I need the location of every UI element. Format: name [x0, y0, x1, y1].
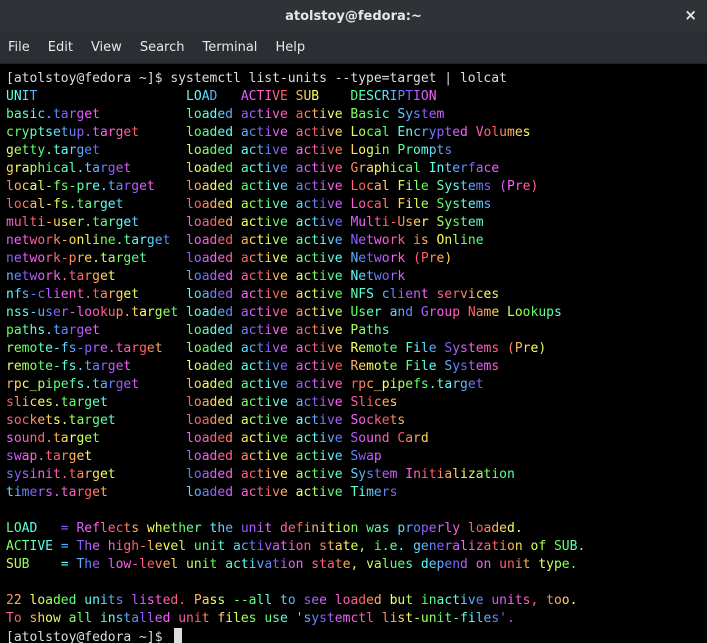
- prompt-line: [atolstoy@fedora ~]$: [6, 628, 701, 643]
- unit-row: network-pre.target loaded active active …: [6, 250, 701, 268]
- close-icon[interactable]: ×: [684, 6, 697, 24]
- menu-terminal[interactable]: Terminal: [202, 40, 257, 55]
- unit-row: paths.target loaded active active Paths: [6, 322, 701, 340]
- unit-row: network-online.target loaded active acti…: [6, 232, 701, 250]
- blank-line: [6, 574, 701, 592]
- unit-row: cryptsetup.target loaded active active L…: [6, 124, 701, 142]
- unit-row: nfs-client.target loaded active active N…: [6, 286, 701, 304]
- columns-header: UNIT LOAD ACTIVE SUB DESCRIPTION: [6, 88, 701, 106]
- menu-search[interactable]: Search: [140, 40, 185, 55]
- terminal-viewport[interactable]: [atolstoy@fedora ~]$ systemctl list-unit…: [0, 64, 707, 643]
- unit-row: remote-fs-pre.target loaded active activ…: [6, 340, 701, 358]
- footer-summary-line: To show all installed unit files use 'sy…: [6, 610, 701, 628]
- window-title: atolstoy@fedora:~: [285, 9, 422, 24]
- unit-row: basic.target loaded active active Basic …: [6, 106, 701, 124]
- unit-row: nss-user-lookup.target loaded active act…: [6, 304, 701, 322]
- footer-legend-line: LOAD = Reflects whether the unit definit…: [6, 520, 701, 538]
- unit-row: local-fs-pre.target loaded active active…: [6, 178, 701, 196]
- footer-legend-line: SUB = The low-level unit activation stat…: [6, 556, 701, 574]
- footer-summary-line: 22 loaded units listed. Pass --all to se…: [6, 592, 701, 610]
- footer-legend-line: ACTIVE = The high-level unit activation …: [6, 538, 701, 556]
- menu-help[interactable]: Help: [275, 40, 305, 55]
- unit-row: local-fs.target loaded active active Loc…: [6, 196, 701, 214]
- unit-row: multi-user.target loaded active active M…: [6, 214, 701, 232]
- prompt-line: [atolstoy@fedora ~]$ systemctl list-unit…: [6, 70, 701, 88]
- titlebar: atolstoy@fedora:~ ×: [0, 0, 707, 32]
- unit-row: network.target loaded active active Netw…: [6, 268, 701, 286]
- cursor: [174, 628, 182, 643]
- menu-file[interactable]: File: [8, 40, 30, 55]
- unit-row: timers.target loaded active active Timer…: [6, 484, 701, 502]
- unit-row: sysinit.target loaded active active Syst…: [6, 466, 701, 484]
- unit-row: sound.target loaded active active Sound …: [6, 430, 701, 448]
- terminal-window: atolstoy@fedora:~ × File Edit View Searc…: [0, 0, 707, 643]
- unit-row: graphical.target loaded active active Gr…: [6, 160, 701, 178]
- unit-row: rpc_pipefs.target loaded active active r…: [6, 376, 701, 394]
- menubar: File Edit View Search Terminal Help: [0, 32, 707, 64]
- unit-row: slices.target loaded active active Slice…: [6, 394, 701, 412]
- unit-row: getty.target loaded active active Login …: [6, 142, 701, 160]
- blank-line: [6, 502, 701, 520]
- unit-row: remote-fs.target loaded active active Re…: [6, 358, 701, 376]
- menu-edit[interactable]: Edit: [48, 40, 73, 55]
- menu-view[interactable]: View: [91, 40, 122, 55]
- unit-row: swap.target loaded active active Swap: [6, 448, 701, 466]
- unit-row: sockets.target loaded active active Sock…: [6, 412, 701, 430]
